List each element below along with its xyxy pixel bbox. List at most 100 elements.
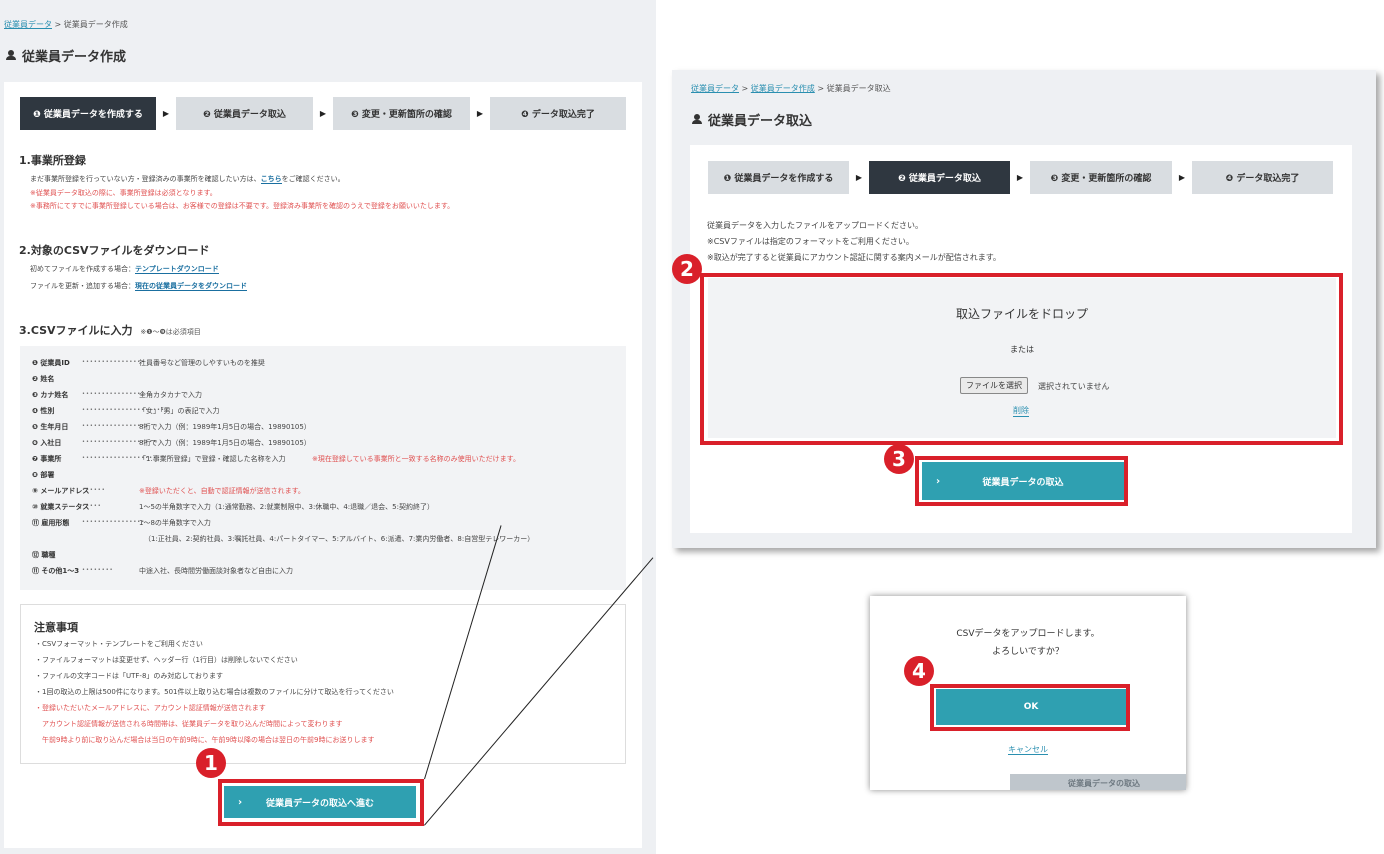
spec-row: ❹ 性別 •••••••••••••••••••••• 「女」「男」の表記で入力: [20, 406, 620, 418]
breadcrumb-current: 従業員データ作成: [63, 20, 128, 29]
step-1: ❶ 従業員データを作成する: [20, 97, 156, 130]
spec-value: （1:正社員、2:契約社員、3:嘱託社員、4:パートタイマー、5:アルバイト、6…: [144, 535, 535, 543]
spec-row: ❶ 従業員ID •••••••••••••••• 社員番号など管理のしやすいものを推…: [20, 358, 620, 370]
spec-value: 中途入社、長時間労働面談対象者など自由に入力: [139, 567, 293, 575]
spec-row: ⑨ メールアドレス •••••• ※登録いただくと、自動で認証情報が送信されます。: [20, 486, 620, 498]
spec-label: ❸ カナ姓名: [32, 391, 69, 399]
user-icon: [692, 114, 702, 125]
section2-line2: ファイルを更新・追加する場合：現在の従業員データをダウンロード: [30, 282, 247, 291]
spec-row: ❽ 部署: [20, 470, 620, 482]
spec-value: 8桁で入力（例：1989年1月5日の場合、19890105）: [139, 423, 311, 431]
spec-value: 社員番号など管理のしやすいものを推奨: [139, 359, 265, 367]
spec-row: ❻ 入社日 ••••••••••••••••••• 8桁で入力（例：1989年1月5…: [20, 438, 620, 450]
spec-note: ※現在登録している事業所と一致する名称のみ使用いただけます。: [312, 455, 520, 463]
step-3: ❸ 変更・更新箇所の確認: [1030, 161, 1172, 194]
cancel-link-wrap: キャンセル: [870, 744, 1186, 755]
spec-label: ❽ 部署: [32, 471, 55, 479]
field-spec-table: ❶ 従業員ID •••••••••••••••• 社員番号など管理のしやすいものを推…: [20, 346, 626, 590]
highlight-box-4: [930, 684, 1130, 731]
chevron-right-icon: ▶: [1178, 173, 1186, 182]
breadcrumb-link-employee-data[interactable]: 従業員データ: [691, 84, 739, 93]
spec-label: ❹ 性別: [32, 407, 55, 415]
spec-value: 全角カタカナで入力: [139, 391, 202, 399]
note-item: ・登録いただいたメールアドレスに、アカウント認証情報が送信されます: [35, 704, 266, 712]
spec-value: 「1.事業所登録」で登録・確認した名称を入力: [139, 455, 286, 463]
section1-heading: 1.事業所登録: [19, 154, 86, 167]
note-item: アカウント認証情報が送信される時間帯は、従業員データを取り込んだ時間によって変わ…: [35, 720, 343, 728]
chevron-right-icon: ▶: [476, 109, 484, 118]
spec-label: ❶ 従業員ID: [32, 359, 70, 367]
template-download-link[interactable]: テンプレートダウンロード: [135, 265, 219, 274]
note-item: ・ファイルの文字コードは「UTF-8」のみ対応しております: [35, 672, 223, 680]
spec-row: ❼ 事業所 •••••••••••••••••••• 「1.事業所登録」で登録・確認…: [20, 454, 620, 466]
highlight-box-1: [218, 779, 424, 826]
spec-row: ❺ 生年月日 ••••••••••••••••• 8桁で入力（例：1989年1月5日…: [20, 422, 620, 434]
spec-dots: ••••••••••••••••: [82, 359, 146, 365]
marker-4: 4: [904, 656, 934, 686]
user-icon: [6, 50, 16, 61]
desc-line-3: ※取込が完了すると従業員にアカウント認証に関する案内メールが配信されます。: [707, 253, 1001, 262]
highlight-box-2: [700, 273, 1343, 445]
breadcrumb-link-create[interactable]: 従業員データ作成: [751, 84, 815, 93]
breadcrumb-link-employee-data[interactable]: 従業員データ: [4, 20, 52, 29]
breadcrumb: 従業員データ > 従業員データ作成 > 従業員データ取込: [691, 84, 891, 93]
spec-row: ⑩ 就業ステータス ••••• 1〜5の半角数字で入力（1:通常勤務、2:就業制限中…: [20, 502, 620, 514]
page-title: 従業員データ作成: [6, 46, 126, 65]
spec-label: ⑪ その他1〜3: [32, 567, 80, 575]
step-2: ❷ 従業員データ取込: [176, 97, 313, 130]
desc-line-2: ※CSVファイルは指定のフォーマットをご利用ください。: [707, 237, 914, 246]
breadcrumb-current: 従業員データ取込: [826, 84, 891, 93]
spec-label: ❺ 生年月日: [32, 423, 69, 431]
spec-label: ❼ 事業所: [32, 455, 62, 463]
note-item: ・ファイルフォーマットは変更せず、ヘッダー行（1行目）は削除しないでください: [35, 656, 298, 664]
marker-3: 3: [884, 444, 914, 474]
step-4: ❹ データ取込完了: [1192, 161, 1333, 194]
step-indicator: ❶ 従業員データを作成する ▶ ❷ 従業員データ取込 ▶ ❸ 変更・更新箇所の確…: [20, 97, 626, 130]
section2-line1: 初めてファイルを作成する場合：テンプレートダウンロード: [30, 265, 219, 274]
spec-dots: ••••••••••••••••: [82, 391, 146, 397]
breadcrumb: 従業員データ > 従業員データ作成: [4, 20, 128, 29]
step-4: ❹ データ取込完了: [490, 97, 626, 130]
notes-box: 注意事項 ・CSVフォーマット・テンプレートをご利用ください・ファイルフォーマッ…: [20, 604, 626, 764]
spec-dots: ••••••••••••••••: [82, 519, 146, 525]
spec-dots: ••••••: [82, 487, 106, 493]
spec-row: （1:正社員、2:契約社員、3:嘱託社員、4:パートタイマー、5:アルバイト、6…: [20, 534, 620, 546]
marker-1: 1: [196, 748, 226, 778]
desc-line-1: 従業員データを入力したファイルをアップロードください。: [707, 221, 923, 230]
note-item: 午前9時より前に取り込んだ場合は当日の午前9時に、午前9時以降の場合は翌日の午前…: [35, 736, 375, 744]
office-link[interactable]: こちら: [260, 175, 282, 184]
spec-value: 1〜5の半角数字で入力（1:通常勤務、2:就業制限中、3:休職中、4:退職／退会…: [139, 503, 434, 511]
cancel-link[interactable]: キャンセル: [1008, 745, 1048, 755]
section1-note2: ※事務所にてすでに事業所登録している場合は、お客様での登録は不要です。登録済み事…: [30, 202, 455, 210]
notes-heading: 注意事項: [34, 621, 78, 634]
section1-note1: ※従業員データ取込の際に、事業所登録は必須となります。: [30, 189, 217, 197]
spec-dots: •••••: [82, 503, 102, 509]
spec-label: ⑪ 雇用形態: [32, 519, 70, 527]
spec-label: ⑩ 就業ステータス: [32, 503, 90, 511]
section2-heading: 2.対象のCSVファイルをダウンロード: [19, 244, 210, 257]
section3-heading: 3.CSVファイルに入力 ※❶〜❾は必須項目: [19, 324, 201, 337]
left-page: 従業員データ > 従業員データ作成 従業員データ作成 ❶ 従業員データを作成する…: [0, 0, 656, 854]
spec-note: ※登録いただくと、自動で認証情報が送信されます。: [139, 487, 305, 495]
spec-label: ❷ 姓名: [32, 375, 55, 383]
chevron-right-icon: ▶: [855, 173, 863, 182]
chevron-right-icon: ▶: [1016, 173, 1024, 182]
step-indicator: ❶ 従業員データを作成する ▶ ❷ 従業員データ取込 ▶ ❸ 変更・更新箇所の確…: [708, 161, 1333, 194]
spec-label: ⑨ メールアドレス: [32, 487, 90, 495]
spec-dots: ••••••••: [82, 567, 114, 573]
spec-row: ⑪ その他1〜3 •••••••• 中途入社、長時間労働面談対象者など自由に入力: [20, 566, 620, 578]
step-2: ❷ 従業員データ取込: [869, 161, 1010, 194]
marker-2: 2: [672, 254, 702, 284]
spec-value: 「女」「男」の表記で入力: [139, 407, 220, 415]
dialog-message-1: CSVデータをアップロードします。: [956, 629, 1100, 639]
note-item: ・1回の取込の上限は500件になります。501件以上取り込む場合は複数のファイル…: [35, 688, 394, 696]
chevron-right-icon: ▶: [162, 109, 170, 118]
current-data-download-link[interactable]: 現在の従業員データをダウンロード: [135, 282, 247, 291]
highlight-box-3: [915, 456, 1128, 506]
spec-label: ⑫ 職種: [32, 551, 56, 559]
spec-row: ⑫ 職種: [20, 550, 620, 562]
note-item: ・CSVフォーマット・テンプレートをご利用ください: [35, 640, 203, 648]
step-3: ❸ 変更・更新箇所の確認: [333, 97, 470, 130]
spec-row: ❷ 姓名: [20, 374, 620, 386]
step-1: ❶ 従業員データを作成する: [708, 161, 849, 194]
